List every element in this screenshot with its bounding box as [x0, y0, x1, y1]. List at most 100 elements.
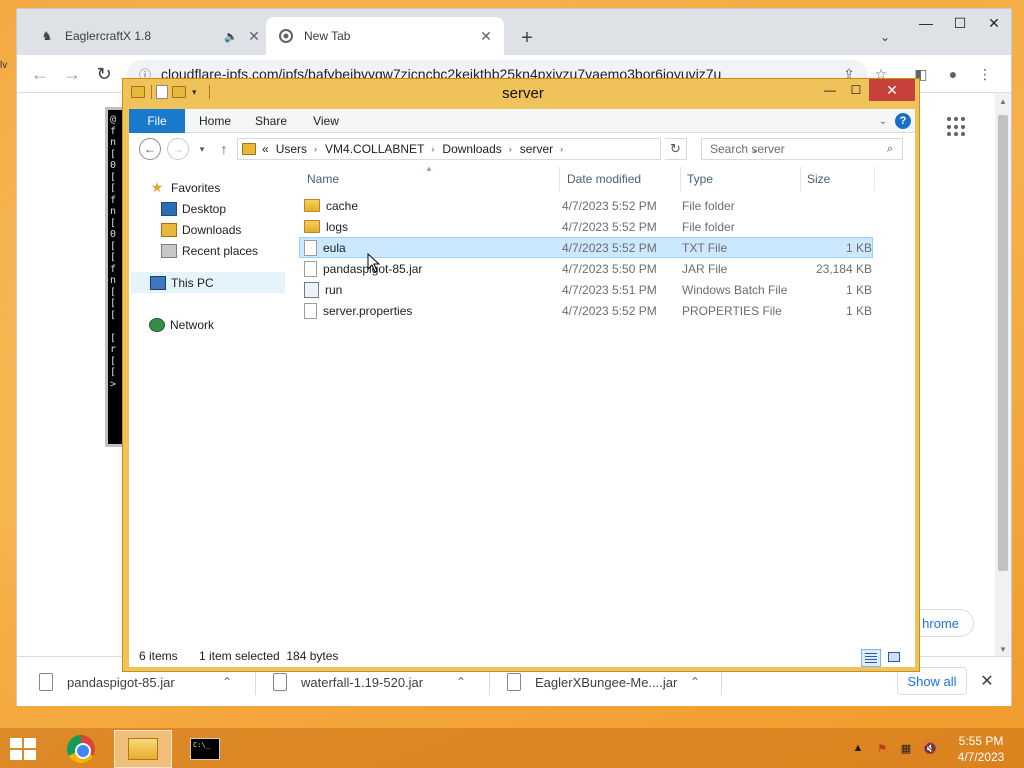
- divider: [721, 669, 722, 695]
- divider[interactable]: [680, 167, 681, 191]
- search-input[interactable]: Search server ⌕: [701, 138, 903, 160]
- column-name[interactable]: Name: [307, 167, 557, 191]
- details-view-icon[interactable]: [861, 649, 881, 667]
- close-tab-icon[interactable]: ✕: [476, 26, 496, 46]
- divider: [208, 85, 210, 99]
- chevron-right-icon[interactable]: ›: [560, 144, 563, 154]
- minimize-icon[interactable]: —: [817, 79, 843, 101]
- file-row[interactable]: run 4/7/2023 5:51 PM Windows Batch File …: [299, 279, 873, 300]
- large-icons-view-icon[interactable]: [885, 649, 905, 667]
- chevron-up-icon[interactable]: ⌃: [685, 672, 705, 692]
- back-icon[interactable]: ←: [27, 61, 53, 87]
- jar-file-icon: [304, 260, 317, 277]
- breadcrumb-user[interactable]: VM4.COLLABNET: [325, 142, 424, 156]
- taskbar-command-prompt[interactable]: C:\_: [176, 730, 234, 768]
- folder-icon: [128, 738, 158, 760]
- divider[interactable]: [874, 167, 875, 191]
- chevron-right-icon[interactable]: ›: [314, 144, 317, 154]
- show-hidden-icons[interactable]: ▲: [850, 740, 866, 756]
- file-row[interactable]: pandaspigot-85.jar 4/7/2023 5:50 PM JAR …: [299, 258, 873, 279]
- file-name: run: [325, 282, 343, 297]
- close-window-icon[interactable]: ✕: [869, 79, 915, 101]
- taskbar-file-explorer[interactable]: [114, 730, 172, 768]
- speaker-icon[interactable]: 🔈: [222, 27, 240, 45]
- nav-this-pc[interactable]: This PC: [131, 272, 285, 293]
- tab-eaglercraft[interactable]: ♞ EaglercraftX 1.8 🔈 ✕: [27, 17, 272, 55]
- divider[interactable]: [559, 167, 560, 191]
- explorer-title-bar[interactable]: ▾ server — ☐ ✕: [123, 79, 919, 109]
- breadcrumb-users[interactable]: Users: [276, 142, 307, 156]
- folder-icon: [242, 143, 256, 155]
- column-size[interactable]: Size: [807, 167, 873, 191]
- tab-home[interactable]: Home: [189, 109, 241, 133]
- action-center-icon[interactable]: ⚑: [874, 740, 890, 756]
- nav-favorites[interactable]: ★ Favorites: [149, 177, 289, 198]
- new-tab-button[interactable]: +: [515, 26, 539, 50]
- page-scrollbar[interactable]: ▲ ▼: [995, 93, 1011, 656]
- maximize-icon[interactable]: ☐: [943, 9, 977, 37]
- mouse-cursor-icon: [367, 253, 381, 273]
- menu-icon[interactable]: ⋮: [975, 64, 995, 84]
- tab-file[interactable]: File: [129, 109, 185, 133]
- forward-icon[interactable]: →: [59, 61, 85, 87]
- chevron-right-icon[interactable]: ›: [431, 144, 434, 154]
- recent-locations-icon[interactable]: ▾: [195, 141, 209, 157]
- close-window-icon[interactable]: ✕: [977, 9, 1011, 37]
- column-date-modified[interactable]: Date modified: [567, 167, 679, 191]
- reload-icon[interactable]: ↻: [91, 61, 117, 87]
- apps-grid-icon[interactable]: [947, 117, 967, 137]
- tab-search-icon[interactable]: ⌄: [875, 27, 895, 47]
- nav-desktop[interactable]: Desktop: [161, 198, 289, 219]
- tab-title: New Tab: [304, 29, 351, 43]
- tab-new-tab[interactable]: New Tab ✕: [266, 17, 504, 55]
- scroll-down-icon[interactable]: ▼: [998, 645, 1008, 655]
- back-icon[interactable]: ←: [139, 138, 161, 160]
- taskbar-chrome[interactable]: [52, 730, 110, 768]
- file-row[interactable]: server.properties 4/7/2023 5:52 PM PROPE…: [299, 300, 873, 321]
- file-row[interactable]: logs 4/7/2023 5:52 PM File folder: [299, 216, 873, 237]
- scroll-up-icon[interactable]: ▲: [998, 97, 1008, 107]
- help-icon[interactable]: ?: [895, 113, 911, 129]
- close-shelf-icon[interactable]: ✕: [977, 671, 997, 691]
- system-clock[interactable]: 5:55 PM 4/7/2023: [946, 733, 1016, 765]
- refresh-icon[interactable]: ↻: [665, 138, 687, 160]
- nav-network[interactable]: Network: [149, 314, 289, 335]
- minimize-icon[interactable]: —: [909, 9, 943, 37]
- address-overflow[interactable]: «: [262, 142, 269, 156]
- column-type[interactable]: Type: [687, 167, 799, 191]
- close-tab-icon[interactable]: ✕: [244, 26, 264, 46]
- properties-icon[interactable]: [156, 85, 168, 99]
- windows-start-icon[interactable]: [10, 738, 38, 762]
- breadcrumb-server[interactable]: server: [520, 142, 553, 156]
- breadcrumb-downloads[interactable]: Downloads: [442, 142, 501, 156]
- chevron-up-icon[interactable]: ⌃: [217, 672, 237, 692]
- tab-strip: ♞ EaglercraftX 1.8 🔈 ✕ New Tab ✕ + ⌄ — ☐…: [17, 9, 1011, 55]
- up-icon[interactable]: ↑: [215, 139, 233, 159]
- file-icon: [273, 673, 287, 691]
- new-folder-icon[interactable]: [172, 86, 186, 98]
- maximize-icon[interactable]: ☐: [843, 79, 869, 101]
- file-row[interactable]: cache 4/7/2023 5:52 PM File folder: [299, 195, 873, 216]
- tab-view[interactable]: View: [301, 109, 351, 133]
- customize-dropdown-icon[interactable]: ▾: [192, 87, 197, 98]
- scroll-thumb[interactable]: [998, 115, 1008, 571]
- chrome-icon: [278, 28, 294, 44]
- file-size: 1 KB: [845, 282, 872, 297]
- forward-icon[interactable]: →: [167, 138, 189, 160]
- divider: [255, 669, 256, 695]
- divider[interactable]: [800, 167, 801, 191]
- address-bar[interactable]: « Users › VM4.COLLABNET › Downloads › se…: [237, 138, 759, 160]
- volume-muted-icon[interactable]: 🔇: [922, 740, 938, 756]
- chevron-up-icon[interactable]: ⌃: [451, 672, 471, 692]
- search-icon[interactable]: ⌕: [884, 143, 896, 155]
- nav-recent-places[interactable]: Recent places: [161, 240, 289, 261]
- file-row-selected[interactable]: eula 4/7/2023 5:52 PM TXT File 1 KB: [299, 237, 873, 258]
- expand-ribbon-icon[interactable]: ⌄: [875, 113, 891, 129]
- window-title: server: [502, 85, 544, 102]
- nav-label: Recent places: [182, 243, 259, 258]
- chevron-right-icon[interactable]: ›: [509, 144, 512, 154]
- profile-icon[interactable]: ●: [943, 64, 963, 84]
- tab-share[interactable]: Share: [245, 109, 297, 133]
- network-tray-icon[interactable]: ▦: [898, 740, 914, 756]
- nav-downloads[interactable]: Downloads: [161, 219, 289, 240]
